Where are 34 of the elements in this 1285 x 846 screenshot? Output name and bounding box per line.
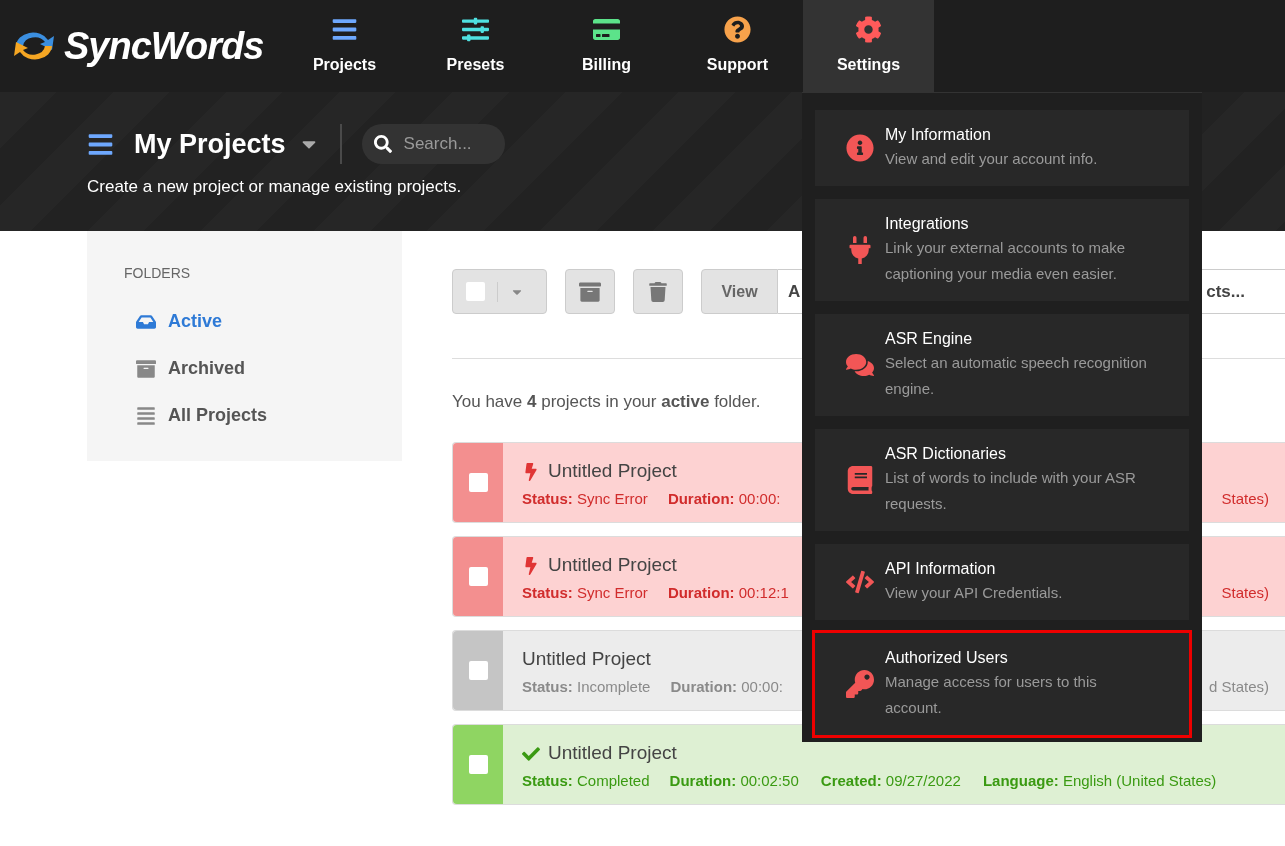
project-created: Created: 09/27/2022	[820, 770, 961, 791]
brand-name: SyncWords	[64, 23, 264, 69]
project-summary: You have 4 projects in your active folder.	[452, 391, 761, 413]
menu-item-description: Manage access for users to this account.	[885, 672, 1098, 718]
project-status: Status: Sync Error	[522, 488, 648, 509]
menu-item-description: Select an automatic speech recognition engine.	[885, 353, 1148, 399]
menu-item-title: ASR Engine	[885, 329, 974, 349]
project-language: States)	[1221, 488, 1269, 509]
project-title: Untitled Project	[548, 459, 677, 484]
project-language: Language: English (United States)	[982, 770, 1217, 791]
menu-item-description: View and edit your account info.	[885, 149, 1099, 169]
menu-item-title: My Information	[885, 125, 992, 145]
menu-item-title: Authorized Users	[885, 648, 1009, 668]
menu-item-title: API Information	[885, 559, 997, 579]
sidebar-heading: FOLDERS	[124, 264, 191, 283]
project-duration: Duration: 00:00:	[667, 488, 781, 509]
project-duration: Duration: 00:00:	[670, 676, 783, 697]
project-duration: Duration: 00:02:50	[669, 770, 799, 791]
project-title: Untitled Project	[548, 741, 677, 766]
project-status: Status: Completed	[522, 770, 650, 791]
menu-item-description: Link your external accounts to make captioning your media even easier.	[885, 238, 1127, 284]
menu-item-description: View your API Credentials.	[885, 583, 1064, 603]
project-title: Untitled Project	[522, 647, 651, 672]
project-status: Status: Sync Error	[522, 582, 648, 603]
menu-item-description: List of words to include with your ASR requests.	[885, 468, 1137, 514]
menu-item-title: ASR Dictionaries	[885, 444, 1007, 464]
project-language: d States)	[1208, 676, 1269, 697]
page-title: My Projects	[134, 127, 286, 161]
project-duration: Duration: 00:12:1	[667, 582, 789, 603]
project-language: States)	[1221, 582, 1269, 603]
page-subtitle: Create a new project or manage existing projects.	[87, 176, 462, 198]
menu-item-title: Integrations	[885, 214, 970, 234]
project-status: Status: Incomplete	[522, 676, 651, 697]
project-title: Untitled Project	[548, 553, 677, 578]
